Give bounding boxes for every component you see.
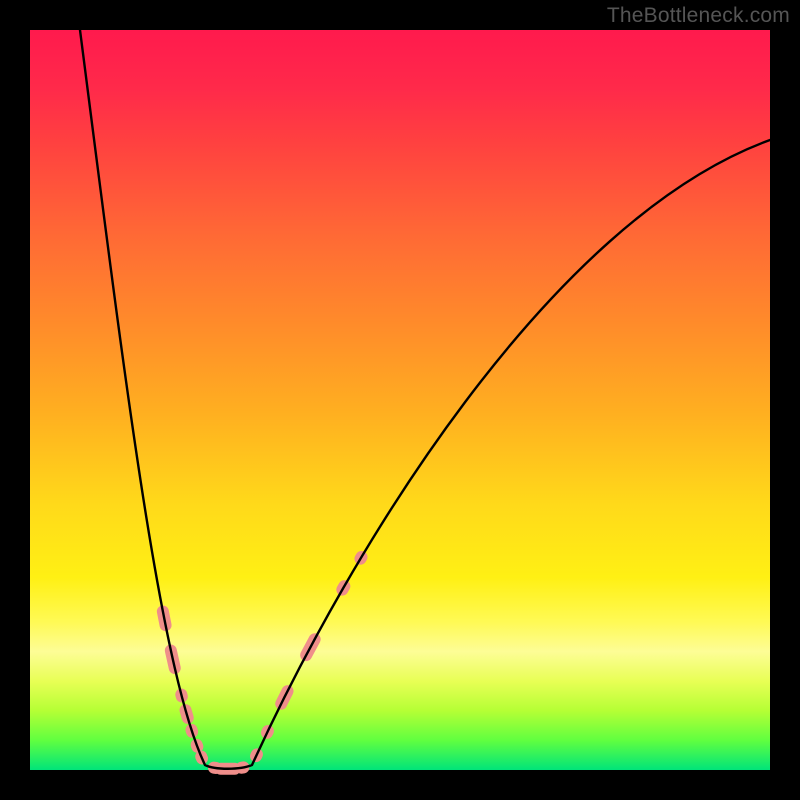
bottleneck-curve <box>80 30 770 769</box>
watermark-text: TheBottleneck.com <box>607 4 790 28</box>
bottleneck-curve-svg <box>30 30 770 770</box>
plot-area <box>30 30 770 770</box>
chart-frame: TheBottleneck.com <box>0 0 800 800</box>
